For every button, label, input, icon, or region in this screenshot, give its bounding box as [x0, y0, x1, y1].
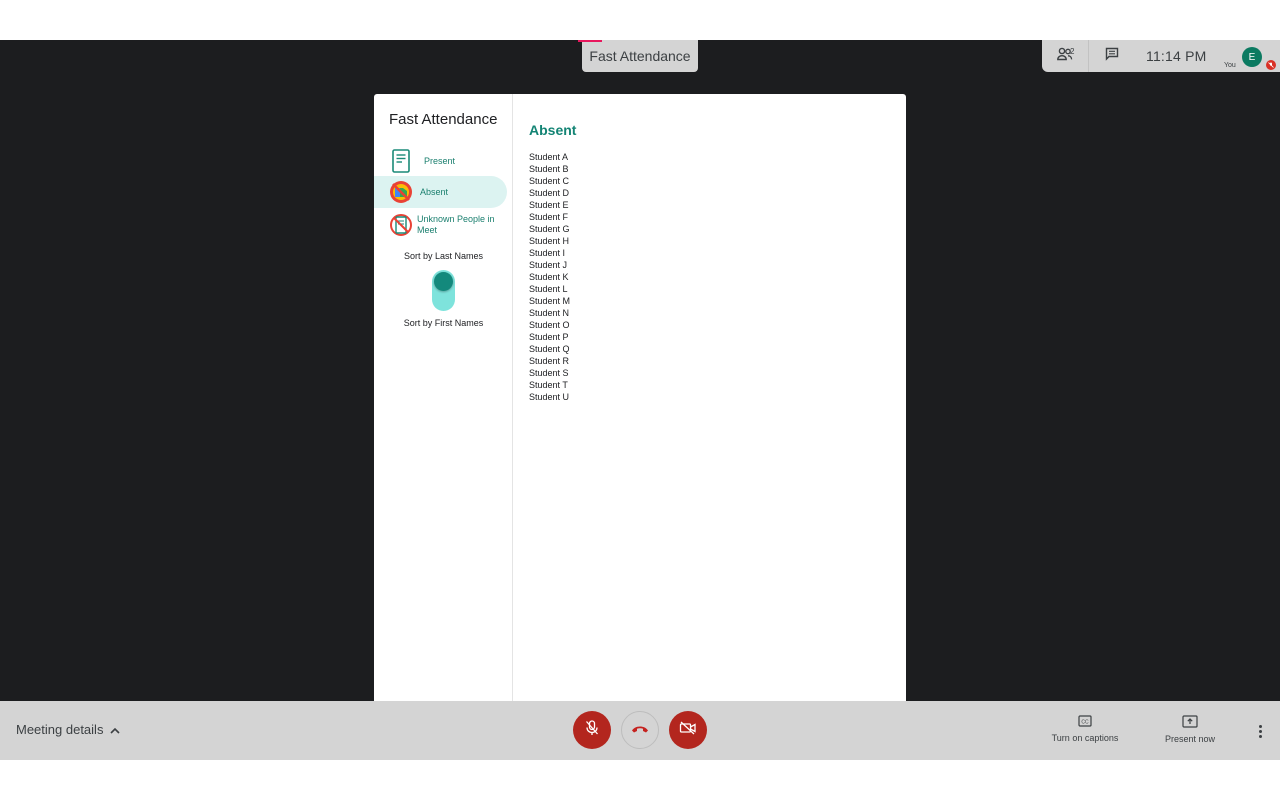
- student-list-item: Student A: [529, 152, 569, 162]
- dialog-content: Absent Student A Student B Student C Studen…: [529, 122, 576, 403]
- present-now-label: Present now: [1164, 734, 1216, 744]
- chevron-up-icon: [103, 722, 121, 737]
- captions-label: Turn on captions: [1051, 733, 1119, 743]
- camera-button[interactable]: [669, 711, 707, 749]
- sort-last-names-label[interactable]: Sort by Last Names: [374, 251, 513, 261]
- student-list-item: Student M: [529, 296, 571, 306]
- student-list-item: Student S: [529, 368, 569, 378]
- present-screen-icon: [1182, 715, 1198, 730]
- nav-item-absent[interactable]: Absent: [374, 176, 507, 208]
- nav-item-present[interactable]: Present: [374, 148, 507, 174]
- people-count: 2: [1070, 47, 1075, 56]
- student-list-item: Student R: [529, 356, 570, 366]
- student-list-item: Student Q: [529, 344, 570, 354]
- student-list-item: Student J: [529, 260, 568, 270]
- bottom-bar: Meeting details CC Turn on captions Pres…: [0, 701, 1280, 760]
- self-tile[interactable]: You E: [1224, 44, 1280, 72]
- mic-off-icon: [585, 719, 599, 741]
- captions-button[interactable]: CC Turn on captions: [1050, 715, 1120, 743]
- student-list-item: Student F: [529, 212, 569, 222]
- student-list-item: Student O: [529, 320, 570, 330]
- svg-text:CC: CC: [1081, 719, 1089, 725]
- absent-icon: [389, 180, 413, 204]
- student-list-item: Student H: [529, 236, 570, 246]
- meeting-details-label: Meeting details: [16, 722, 104, 737]
- avatar: E: [1242, 47, 1262, 67]
- hang-up-icon: [631, 721, 649, 739]
- student-list-item: Student G: [529, 224, 570, 234]
- nav-item-label: Absent: [420, 187, 449, 197]
- present-now-button[interactable]: Present now: [1162, 715, 1218, 744]
- student-list-item: Student N: [529, 308, 570, 318]
- student-list-item: Student T: [529, 380, 568, 390]
- closed-captions-icon: CC: [1078, 715, 1092, 729]
- dialog-sidebar: Fast Attendance Present Absent Unknown P…: [374, 94, 513, 706]
- hang-up-button[interactable]: [621, 711, 659, 749]
- student-list-item: Student L: [529, 284, 568, 294]
- people-button[interactable]: 2: [1042, 40, 1088, 72]
- document-icon: [389, 149, 413, 173]
- more-options-icon[interactable]: [1252, 721, 1268, 741]
- top-right-bar: 2 11:14 PM You E: [1042, 40, 1280, 72]
- chat-button[interactable]: [1088, 40, 1134, 72]
- sort-first-names-label[interactable]: Sort by First Names: [374, 318, 513, 328]
- content-title: Absent: [529, 122, 577, 138]
- student-list-item: Student B: [529, 164, 569, 174]
- mic-button[interactable]: [573, 711, 611, 749]
- fast-attendance-dialog: Fast Attendance Present Absent Unknown P…: [374, 94, 906, 706]
- chat-icon: [1105, 47, 1119, 66]
- muted-mic-icon: [1266, 60, 1276, 70]
- nav-item-unknown-people[interactable]: Unknown People in Meet: [374, 210, 507, 240]
- student-list-item: Student E: [529, 200, 569, 210]
- fast-attendance-tab[interactable]: Fast Attendance: [578, 40, 698, 72]
- student-list-item: Student K: [529, 272, 569, 282]
- meeting-details-button[interactable]: Meeting details: [16, 722, 121, 737]
- student-list-item: Student U: [529, 392, 570, 402]
- camera-off-icon: [679, 721, 697, 740]
- sort-toggle[interactable]: [432, 270, 455, 311]
- nav-item-label: Present: [424, 156, 456, 166]
- student-list-item: Student D: [529, 188, 570, 198]
- nav-item-label: Unknown People in Meet: [417, 214, 495, 235]
- student-list-item: Student P: [529, 332, 569, 342]
- sort-toggle-knob[interactable]: [434, 272, 453, 291]
- unknown-people-icon: [389, 213, 413, 237]
- student-list: Student A Student B Student C Student D Stud…: [529, 151, 576, 403]
- app-title: Fast Attendance: [389, 111, 498, 128]
- meeting-stage: Fast Attendance 2 11:14 PM You E Fast At…: [0, 40, 1280, 760]
- you-label: You: [1224, 62, 1236, 69]
- clock: 11:14 PM: [1146, 48, 1207, 64]
- student-list-item: Student C: [529, 176, 570, 186]
- student-list-item: Student I: [529, 248, 566, 258]
